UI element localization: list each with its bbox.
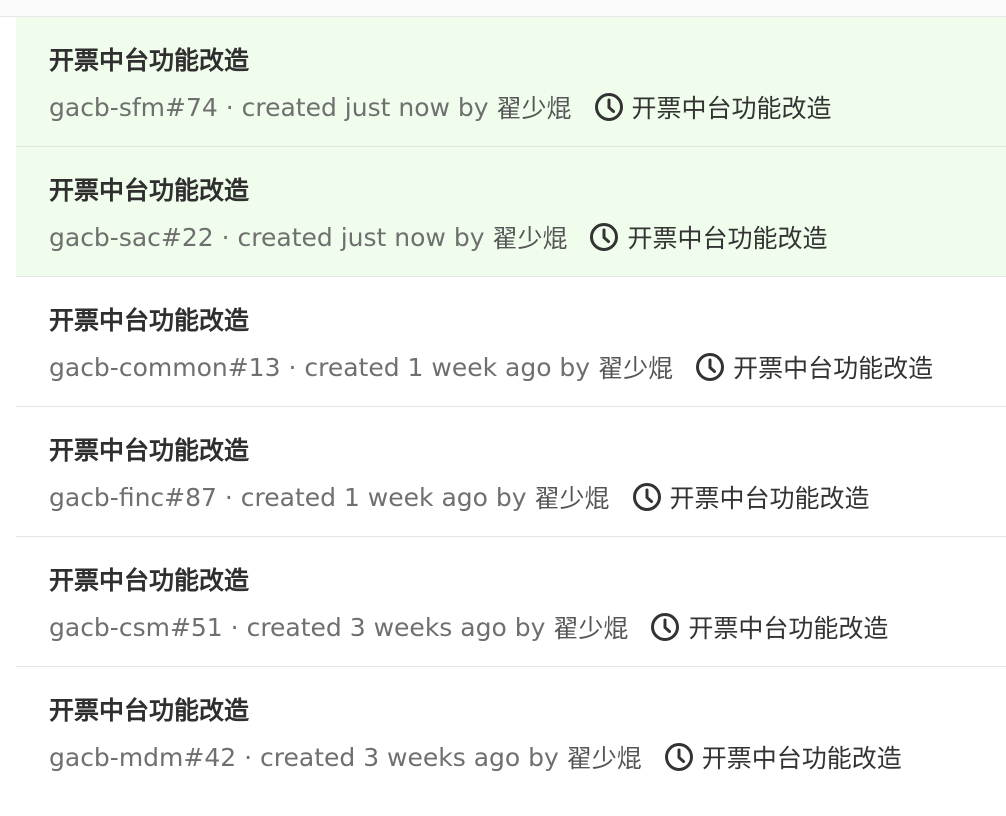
created-text: created 1 week ago by [304, 352, 591, 382]
meta-separator: · [230, 612, 239, 642]
meta-separator: · [244, 742, 253, 772]
milestone-link[interactable]: 开票中台功能改造 [695, 349, 933, 385]
list-item[interactable]: 开票中台功能改造 gacb-mdm#42 · created 3 weeks a… [16, 667, 1006, 797]
item-meta: gacb-common#13 · created 1 week ago by 翟… [49, 349, 933, 385]
item-reference[interactable]: gacb-mdm#42 [49, 743, 236, 772]
author-link[interactable]: 翟少焜 [598, 349, 673, 385]
author-link[interactable]: 翟少焜 [567, 739, 642, 775]
item-title[interactable]: 开票中台功能改造 [49, 41, 249, 77]
milestone-link[interactable]: 开票中台功能改造 [664, 739, 902, 775]
clock-icon [651, 613, 680, 641]
item-meta: gacb-csm#51 · created 3 weeks ago by 翟少焜… [49, 609, 888, 645]
clock-icon [696, 353, 725, 381]
item-reference[interactable]: gacb-sfm#74 [49, 93, 218, 122]
meta-separator: · [288, 352, 297, 382]
clock-icon [594, 93, 623, 121]
list-item[interactable]: 开票中台功能改造 gacb-finc#87 · created 1 week a… [16, 407, 1006, 537]
created-text: created 1 week ago by [240, 482, 527, 512]
meta-separator: · [225, 92, 234, 122]
item-meta: gacb-sac#22 · created just now by 翟少焜 开票… [49, 219, 827, 255]
item-title[interactable]: 开票中台功能改造 [49, 301, 249, 337]
author-link[interactable]: 翟少焜 [553, 609, 628, 645]
clock-icon [632, 483, 661, 511]
list-item[interactable]: 开票中台功能改造 gacb-csm#51 · created 3 weeks a… [16, 537, 1006, 667]
author-link[interactable]: 翟少焜 [492, 219, 567, 255]
item-reference[interactable]: gacb-common#13 [49, 353, 280, 382]
item-reference[interactable]: gacb-sac#22 [49, 223, 214, 252]
created-text: created just now by [241, 92, 489, 122]
item-meta: gacb-finc#87 · created 1 week ago by 翟少焜… [49, 479, 870, 515]
milestone-label: 开票中台功能改造 [631, 94, 832, 123]
milestone-link[interactable]: 开票中台功能改造 [594, 89, 832, 125]
item-meta: gacb-sfm#74 · created just now by 翟少焜 开票… [49, 89, 832, 125]
created-text: created just now by [237, 222, 485, 252]
milestone-link[interactable]: 开票中台功能改造 [650, 609, 888, 645]
author-link[interactable]: 翟少焜 [497, 89, 572, 125]
item-title[interactable]: 开票中台功能改造 [49, 171, 249, 207]
milestone-link[interactable]: 开票中台功能改造 [589, 219, 827, 255]
milestone-link[interactable]: 开票中台功能改造 [632, 479, 870, 515]
author-link[interactable]: 翟少焜 [535, 479, 610, 515]
milestone-label: 开票中台功能改造 [701, 744, 902, 773]
item-title[interactable]: 开票中台功能改造 [49, 561, 249, 597]
created-text: created 3 weeks ago by [260, 742, 559, 772]
list-item[interactable]: 开票中台功能改造 gacb-common#13 · created 1 week… [16, 277, 1006, 407]
item-reference[interactable]: gacb-finc#87 [49, 483, 217, 512]
milestone-label: 开票中台功能改造 [627, 224, 828, 253]
clock-icon [590, 223, 619, 251]
item-title[interactable]: 开票中台功能改造 [49, 691, 249, 727]
clock-icon [664, 743, 693, 771]
milestone-label: 开票中台功能改造 [669, 484, 870, 513]
list-item[interactable]: 开票中台功能改造 gacb-sac#22 · created just now … [16, 147, 1006, 277]
created-text: created 3 weeks ago by [246, 612, 546, 642]
list-top-divider [0, 0, 1006, 17]
meta-separator: · [224, 482, 233, 512]
milestone-label: 开票中台功能改造 [688, 614, 889, 643]
meta-separator: · [221, 222, 230, 252]
item-meta: gacb-mdm#42 · created 3 weeks ago by 翟少焜… [49, 739, 902, 775]
list-item[interactable]: 开票中台功能改造 gacb-sfm#74 · created just now … [16, 17, 1006, 147]
milestone-label: 开票中台功能改造 [733, 354, 934, 383]
item-reference[interactable]: gacb-csm#51 [49, 613, 223, 642]
item-title[interactable]: 开票中台功能改造 [49, 431, 249, 467]
merge-request-list: 开票中台功能改造 gacb-sfm#74 · created just now … [16, 17, 1006, 797]
